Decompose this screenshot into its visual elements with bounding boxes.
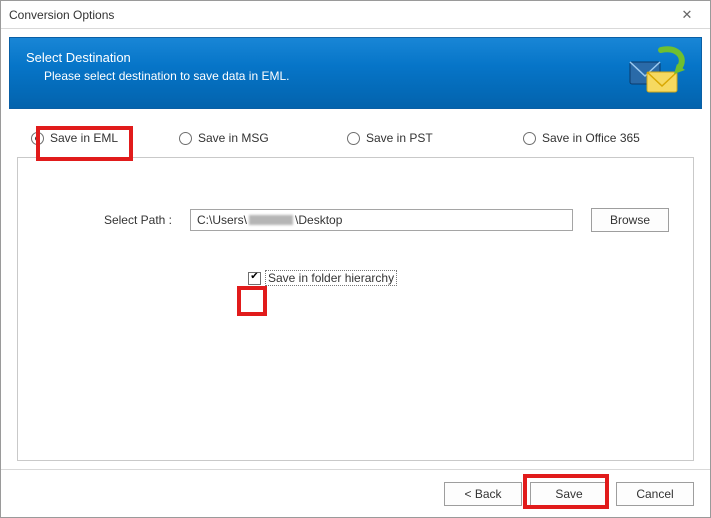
titlebar: Conversion Options ✕	[1, 1, 710, 29]
path-input[interactable]: C:\Users\ \Desktop	[190, 209, 573, 231]
back-button[interactable]: < Back	[444, 482, 522, 506]
browse-label: Browse	[610, 213, 650, 227]
path-row: Select Path : C:\Users\ \Desktop Browse	[42, 208, 669, 232]
hierarchy-label: Save in folder hierarchy	[265, 270, 397, 286]
radio-save-pst[interactable]: Save in PST	[347, 131, 523, 145]
header-title: Select Destination	[26, 50, 685, 65]
radio-label: Save in MSG	[198, 131, 269, 145]
radio-save-office365[interactable]: Save in Office 365	[523, 131, 640, 145]
radio-icon	[523, 132, 536, 145]
radio-icon	[31, 132, 44, 145]
footer: < Back Save Cancel	[1, 469, 710, 517]
destination-panel: Select Path : C:\Users\ \Desktop Browse S…	[17, 157, 694, 461]
save-label: Save	[555, 487, 582, 501]
radio-label: Save in EML	[50, 131, 118, 145]
window-title: Conversion Options	[9, 8, 672, 22]
cancel-label: Cancel	[636, 487, 673, 501]
mail-conversion-icon	[627, 44, 691, 102]
path-value-prefix: C:\Users\	[197, 213, 247, 227]
close-button[interactable]: ✕	[672, 1, 702, 28]
path-value-redacted	[249, 215, 293, 225]
format-options-row: Save in EML Save in MSG Save in PST Save…	[1, 109, 710, 157]
radio-label: Save in PST	[366, 131, 433, 145]
radio-save-msg[interactable]: Save in MSG	[179, 131, 347, 145]
cancel-button[interactable]: Cancel	[616, 482, 694, 506]
hierarchy-checkbox[interactable]	[248, 272, 261, 285]
conversion-options-dialog: Conversion Options ✕ Select Destination …	[0, 0, 711, 518]
hierarchy-row: Save in folder hierarchy	[248, 270, 669, 286]
path-label: Select Path :	[42, 213, 172, 227]
close-icon: ✕	[682, 7, 693, 23]
radio-icon	[347, 132, 360, 145]
path-value-suffix: \Desktop	[295, 213, 342, 227]
radio-label: Save in Office 365	[542, 131, 640, 145]
radio-save-eml[interactable]: Save in EML	[31, 131, 179, 145]
header-subtitle: Please select destination to save data i…	[44, 69, 685, 83]
header-banner: Select Destination Please select destina…	[9, 37, 702, 109]
radio-icon	[179, 132, 192, 145]
save-button[interactable]: Save	[530, 482, 608, 506]
back-label: < Back	[464, 487, 501, 501]
browse-button[interactable]: Browse	[591, 208, 669, 232]
